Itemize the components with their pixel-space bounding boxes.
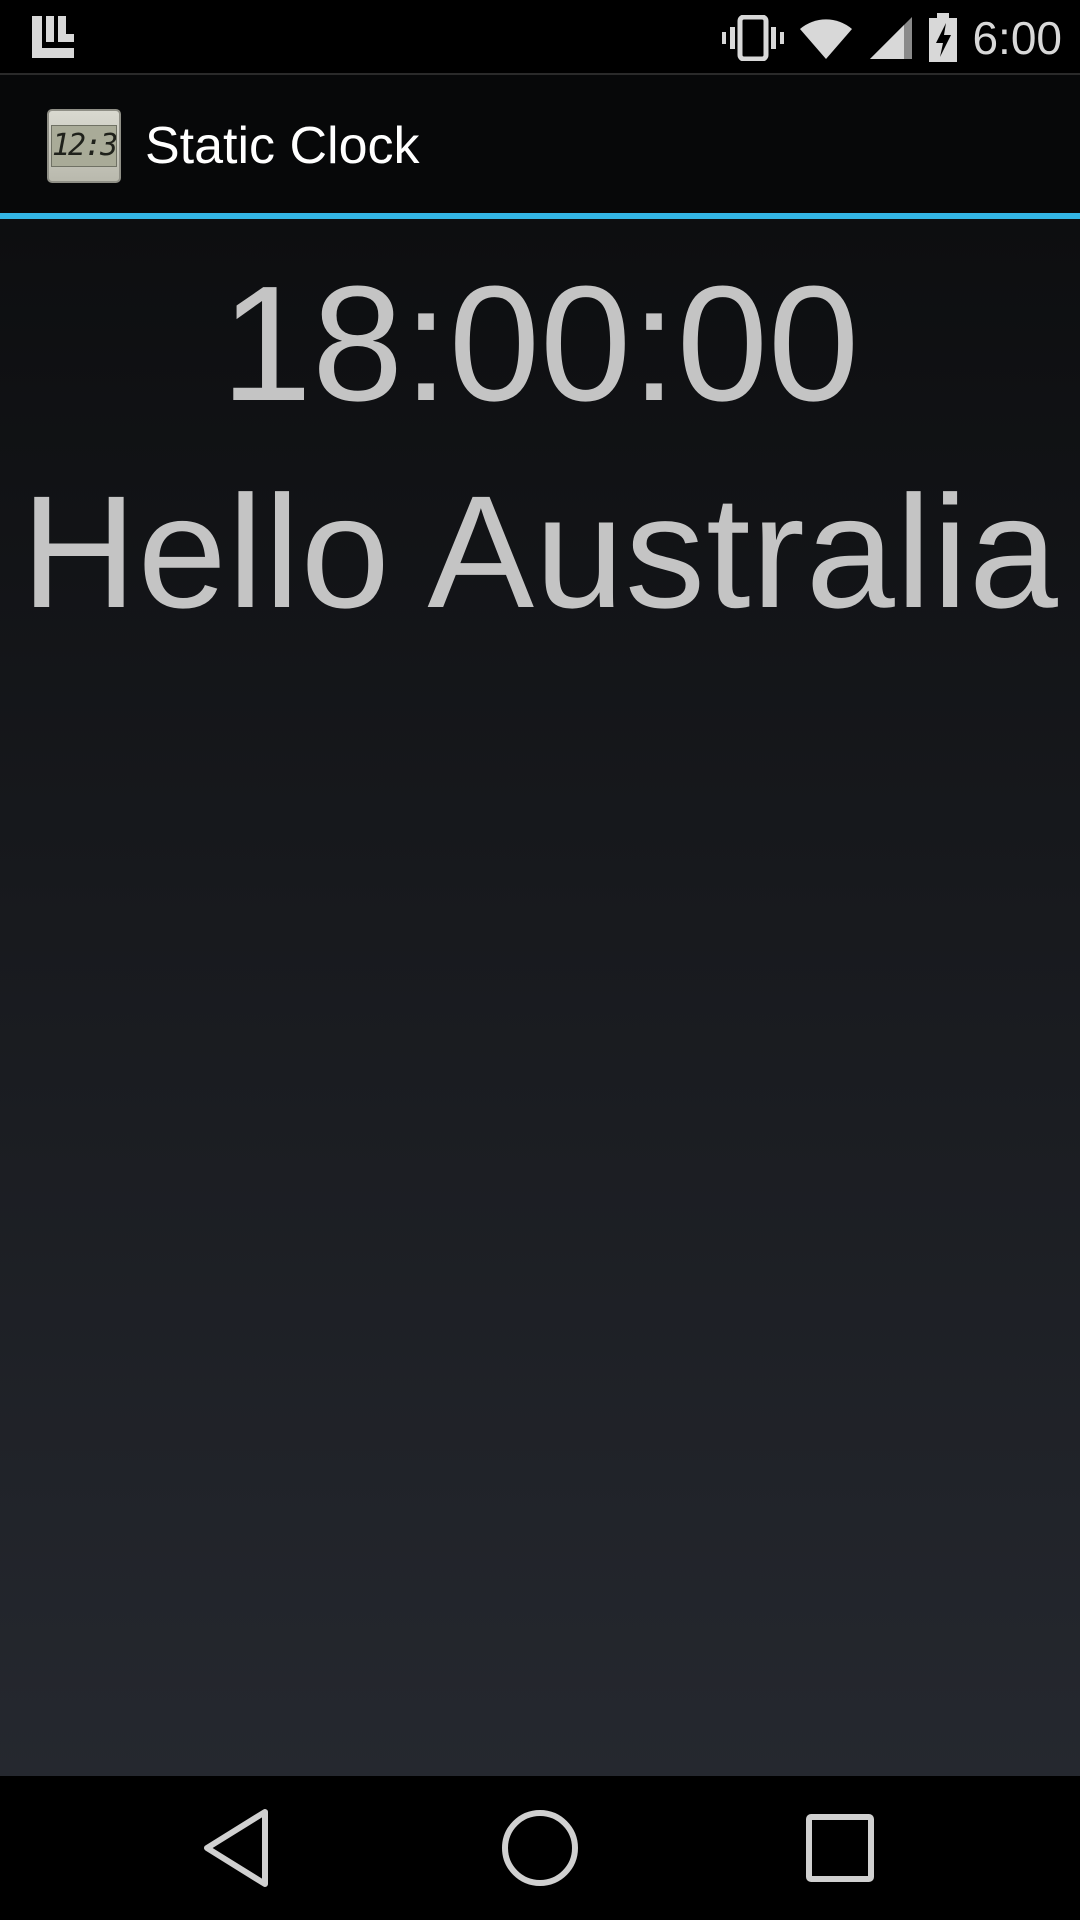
recents-icon [806,1814,874,1882]
screen: 6:00 12:34 Static Clock 18:00:00 Hello A… [0,0,1080,1920]
status-icons: 6:00 [722,8,1062,68]
app-icon-display: 12:34 [51,125,117,167]
vibrate-icon [722,15,785,61]
launcher-icon [32,16,74,58]
app-title: Static Clock [145,117,420,175]
clock-time: 18:00:00 [220,252,860,435]
wifi-icon [800,19,853,59]
recents-button[interactable] [790,1798,890,1898]
back-icon [204,1809,268,1887]
app-icon[interactable]: 12:34 [47,109,121,183]
greeting-text: Hello Australia [21,462,1059,641]
cell-signal-icon [870,17,913,59]
main-content: 18:00:00 Hello Australia [0,219,1080,1776]
action-bar: 12:34 Static Clock [0,75,1080,213]
battery-charging-icon [929,13,958,62]
status-bar: 6:00 [0,0,1080,75]
back-button[interactable] [187,1798,287,1898]
home-icon [502,1810,578,1886]
navigation-bar [0,1776,1080,1920]
status-time: 6:00 [972,12,1062,64]
home-button[interactable] [490,1798,590,1898]
